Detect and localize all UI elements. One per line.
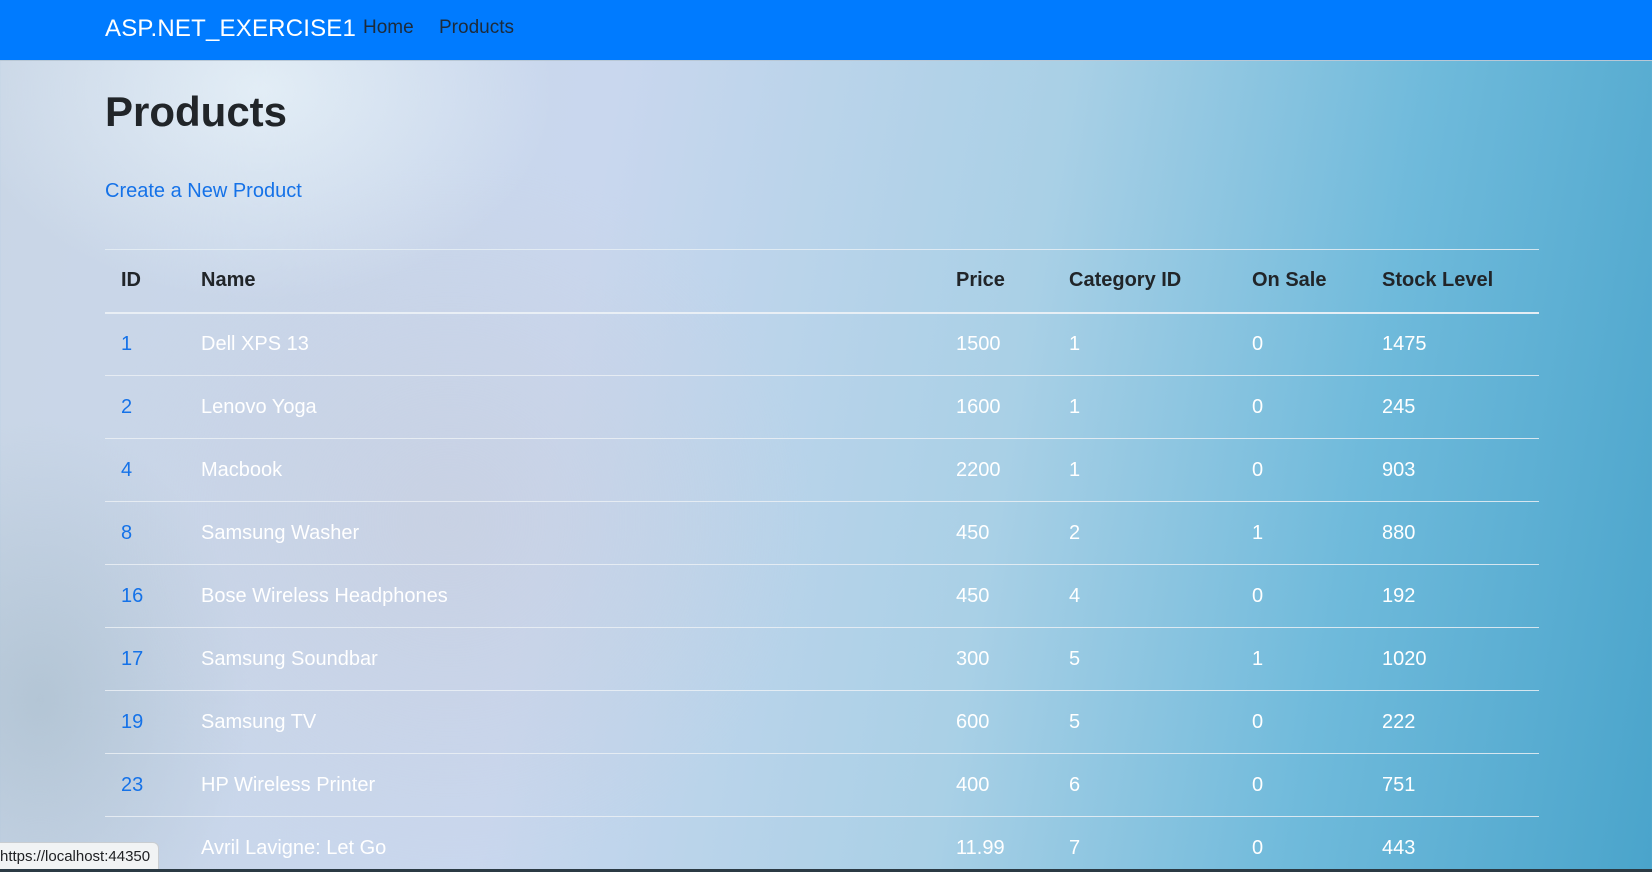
product-category-id: 1 [1069, 458, 1081, 481]
product-name: Samsung Soundbar [201, 647, 378, 670]
product-category-id: 7 [1069, 836, 1081, 859]
product-name: Macbook [201, 458, 283, 481]
nav-link-products[interactable]: Products [439, 17, 514, 39]
products-table: ID Name Price Category ID On Sale Stock … [105, 249, 1539, 872]
table-row: 2 Lenovo Yoga 1600 1 0 245 [105, 376, 1539, 439]
product-id-link[interactable]: 2 [121, 396, 132, 418]
product-price: 300 [956, 647, 990, 670]
product-on-sale: 0 [1252, 395, 1264, 418]
product-stock-level: 192 [1382, 584, 1416, 607]
product-price: 11.99 [956, 836, 1005, 859]
table-row: 19 Samsung TV 600 5 0 222 [105, 691, 1539, 754]
product-category-id: 4 [1069, 584, 1081, 607]
product-id-link[interactable]: 1 [121, 333, 132, 355]
product-name: Dell XPS 13 [201, 332, 309, 355]
table-row: 23 HP Wireless Printer 400 6 0 751 [105, 754, 1539, 817]
header-stock-level: Stock Level [1382, 269, 1494, 292]
product-on-sale: 1 [1252, 647, 1264, 670]
product-name: Lenovo Yoga [201, 395, 317, 418]
product-on-sale: 1 [1252, 521, 1264, 544]
product-price: 600 [956, 710, 990, 733]
product-name: Samsung Washer [201, 521, 360, 544]
table-row: 17 Samsung Soundbar 300 5 1 1020 [105, 628, 1539, 691]
product-id-link[interactable]: 23 [121, 774, 143, 796]
product-id-link[interactable]: 16 [121, 585, 143, 607]
product-category-id: 5 [1069, 710, 1081, 733]
product-id-link[interactable]: 17 [121, 648, 143, 670]
product-price: 450 [956, 584, 990, 607]
table-row: 8 Samsung Washer 450 2 1 880 [105, 502, 1539, 565]
product-on-sale: 0 [1252, 836, 1264, 859]
product-category-id: 6 [1069, 773, 1081, 796]
header-on-sale: On Sale [1252, 269, 1327, 292]
product-on-sale: 0 [1252, 458, 1264, 481]
table-header-row: ID Name Price Category ID On Sale Stock … [105, 249, 1539, 313]
page-title: Products [105, 88, 288, 135]
product-on-sale: 0 [1252, 773, 1264, 796]
product-id-link[interactable]: 19 [121, 711, 143, 733]
product-price: 400 [956, 773, 990, 796]
table-row: Avril Lavigne: Let Go 11.99 7 0 443 [105, 817, 1539, 872]
product-stock-level: 245 [1382, 395, 1416, 418]
product-category-id: 1 [1069, 332, 1081, 355]
header-id: ID [121, 269, 141, 292]
create-product-link[interactable]: Create a New Product [105, 180, 302, 203]
header-name: Name [201, 269, 256, 292]
product-category-id: 5 [1069, 647, 1081, 670]
product-price: 1600 [956, 395, 1001, 418]
table-row: 16 Bose Wireless Headphones 450 4 0 192 [105, 565, 1539, 628]
header-category-id: Category ID [1069, 269, 1182, 292]
product-stock-level: 903 [1382, 458, 1416, 481]
status-bar-url: https://localhost:44350 [0, 842, 160, 871]
product-id-link[interactable]: 4 [121, 459, 132, 481]
product-name: Bose Wireless Headphones [201, 584, 448, 607]
product-stock-level: 1475 [1382, 332, 1427, 355]
product-price: 2200 [956, 458, 1001, 481]
product-stock-level: 880 [1382, 521, 1416, 544]
product-on-sale: 0 [1252, 584, 1264, 607]
product-on-sale: 0 [1252, 332, 1264, 355]
table-row: 1 Dell XPS 13 1500 1 0 1475 [105, 313, 1539, 376]
product-on-sale: 0 [1252, 710, 1264, 733]
product-id-link[interactable]: 8 [121, 522, 132, 544]
product-category-id: 2 [1069, 521, 1081, 544]
nav-link-home[interactable]: Home [363, 17, 414, 39]
product-name: HP Wireless Printer [201, 773, 376, 796]
product-stock-level: 443 [1382, 836, 1416, 859]
product-category-id: 1 [1069, 395, 1081, 418]
product-stock-level: 751 [1382, 773, 1416, 796]
table-row: 4 Macbook 2200 1 0 903 [105, 439, 1539, 502]
brand-link[interactable]: ASP.NET_EXERCISE1 [105, 15, 356, 43]
product-name: Avril Lavigne: Let Go [201, 836, 387, 859]
top-navbar: ASP.NET_EXERCISE1 Home Products [0, 0, 1652, 61]
header-price: Price [956, 269, 1005, 292]
product-stock-level: 222 [1382, 710, 1416, 733]
product-price: 1500 [956, 332, 1001, 355]
product-price: 450 [956, 521, 990, 544]
products-table-container: ID Name Price Category ID On Sale Stock … [105, 249, 1539, 872]
product-stock-level: 1020 [1382, 647, 1427, 670]
product-name: Samsung TV [201, 710, 317, 733]
